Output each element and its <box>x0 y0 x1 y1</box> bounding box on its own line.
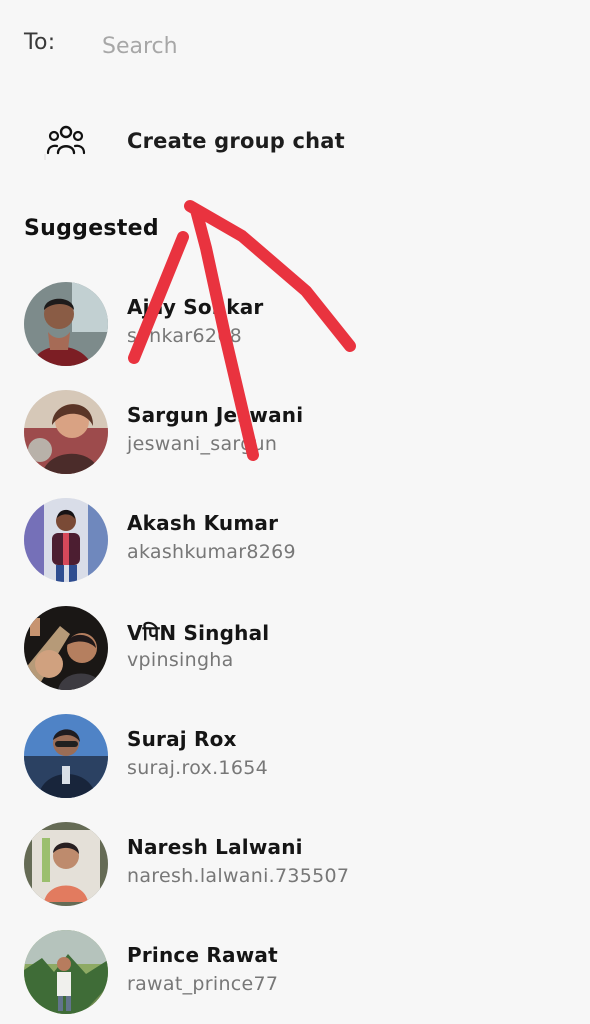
user-name: Naresh Lalwani <box>127 835 303 859</box>
suggested-heading: Suggested <box>24 216 159 241</box>
avatar <box>24 822 108 906</box>
username: sonkar6268 <box>127 325 243 347</box>
create-group-chat-button[interactable]: Create group chat <box>0 104 590 182</box>
suggested-user-sargun-jeswani[interactable]: Sargun Jeswani jeswani_sargun <box>0 378 590 486</box>
new-message-screen: To: Create group chat Suggested <box>0 0 590 1024</box>
avatar <box>24 930 108 1014</box>
username: suraj.rox.1654 <box>127 757 268 779</box>
create-group-chat-label: Create group chat <box>127 129 345 153</box>
user-name: Ajay Sonkar <box>127 295 264 319</box>
suggested-user-akash-kumar[interactable]: Akash Kumar akashkumar8269 <box>0 486 590 594</box>
group-icon <box>44 124 88 162</box>
suggested-user-ajay-sonkar[interactable]: Ajay Sonkar sonkar6268 <box>0 270 590 378</box>
user-name: Prince Rawat <box>127 943 278 967</box>
avatar <box>24 714 108 798</box>
username: akashkumar8269 <box>127 541 296 563</box>
user-name: Suraj Rox <box>127 727 237 751</box>
username: vpinsingha <box>127 649 234 671</box>
suggested-user-naresh-lalwani[interactable]: Naresh Lalwani naresh.lalwani.735507 <box>0 810 590 918</box>
suggested-user-prince-rawat[interactable]: Prince Rawat rawat_prince77 <box>0 918 590 1024</box>
recipient-row: To: <box>0 0 590 92</box>
search-input[interactable] <box>102 26 542 66</box>
user-name: Sargun Jeswani <box>127 403 304 427</box>
suggested-user-suraj-rox[interactable]: Suraj Rox suraj.rox.1654 <box>0 702 590 810</box>
username: rawat_prince77 <box>127 973 279 995</box>
user-name: Akash Kumar <box>127 511 279 535</box>
suggested-list: Ajay Sonkar sonkar6268 Sargun Jeswani je… <box>0 270 590 1024</box>
username: naresh.lalwani.735507 <box>127 865 350 887</box>
avatar <box>24 606 108 690</box>
avatar <box>24 498 108 582</box>
suggested-user-vpin-singhal[interactable]: VपिN Singhal vpinsingha <box>0 594 590 702</box>
to-label: To: <box>24 30 56 55</box>
avatar <box>24 282 108 366</box>
avatar <box>24 390 108 474</box>
username: jeswani_sargun <box>127 433 278 455</box>
user-name: VपिN Singhal <box>127 621 270 645</box>
